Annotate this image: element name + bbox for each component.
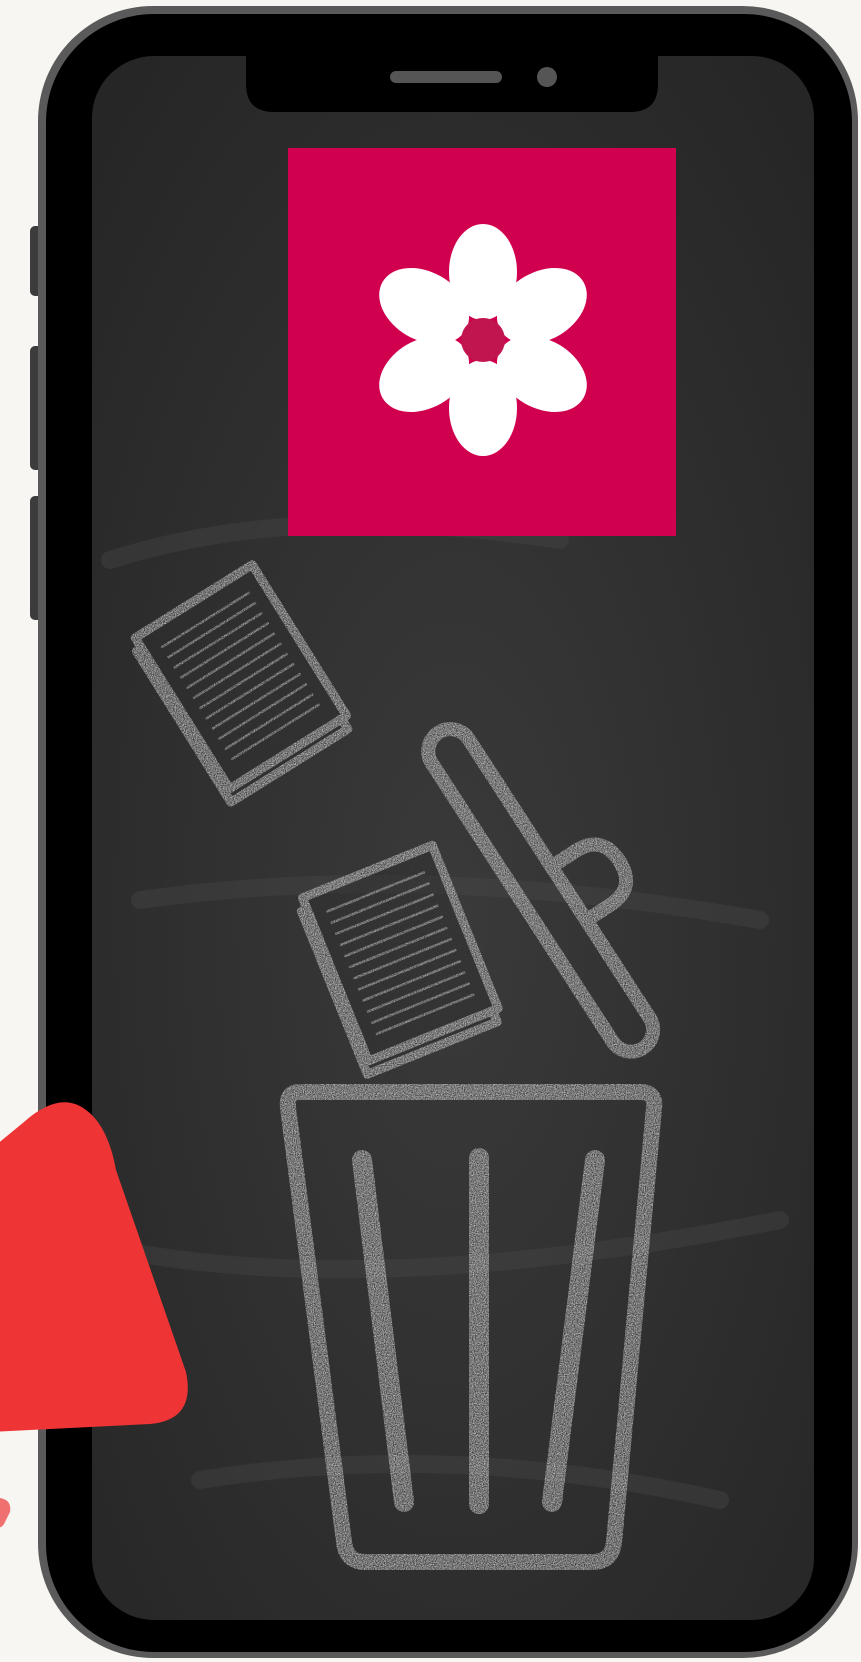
phone-notch <box>246 56 658 112</box>
front-camera <box>537 67 557 87</box>
scene <box>0 0 861 1662</box>
speaker-grille <box>390 71 502 83</box>
flower-app-icon[interactable] <box>288 148 676 536</box>
